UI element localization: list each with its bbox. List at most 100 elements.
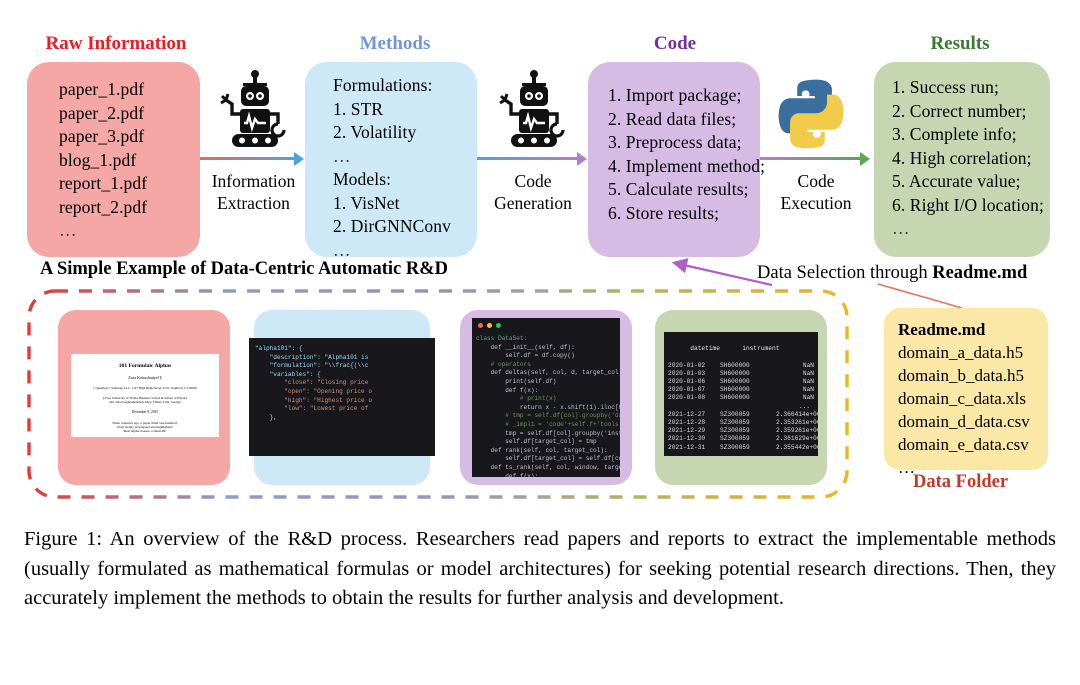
json-code-line: "alpha101": { — [255, 345, 303, 352]
raw-item: blog_1.pdf — [59, 149, 137, 170]
results-item: 4. High correlation; — [892, 147, 1032, 168]
editor-code-line: self.df[target_col] = self.df[col].grou — [505, 455, 620, 463]
editor-code-line: def f(x): — [476, 386, 539, 394]
results-item: 1. Success run; — [892, 77, 999, 97]
window-control-minimize-icon[interactable] — [487, 323, 492, 328]
json-code-line: "high": "Highest price o — [255, 396, 373, 404]
stage-title-code: Code — [653, 33, 697, 54]
editor-code-line: # print(x) — [476, 395, 557, 403]
editor-code-line: def deltas(self, col, d, target_col): — [476, 369, 620, 377]
results-ellipsis: … — [892, 218, 912, 238]
table-row-ellipsis: ... — [798, 402, 810, 410]
paper-doc-title: 101 Formulaic Alphas — [118, 363, 172, 369]
json-code-line: "variables": { — [255, 370, 321, 378]
results-item: 5. Accurate value; — [892, 171, 1021, 191]
figure-canvas: Raw Information Methods Code Results pap… — [0, 0, 1080, 685]
data-selection-label: Data Selection through Readme.md — [757, 263, 1027, 284]
results-item: 3. Complete info; — [892, 124, 1017, 144]
table-thumbnail: datetime instrument 2020-01-02 SH600000 NaN… — [664, 332, 818, 456]
editor-code-line: def rank(self, col, target_col): — [476, 446, 608, 454]
transition-label-line2: Execution — [780, 193, 852, 213]
transition-label-line1: Code — [797, 171, 835, 191]
editor-code-line: self.df[target_col] = tmp — [476, 438, 597, 446]
raw-item: paper_1.pdf — [59, 79, 145, 99]
panel-results: 1. Success run; 2. Correct number; 3. Co… — [874, 62, 1050, 257]
paper-thumbnail: 101 Formulaic Alphas Zura Kakushadze†§ †… — [71, 354, 219, 437]
json-code-line: "formulation": "\\frac{(\\c — [255, 362, 369, 370]
data-folder-file: domain_a_data.h5 — [898, 343, 1024, 362]
example-caption: A Simple Example of Data-Centric Automat… — [40, 259, 448, 279]
json-code-line: "low": "Lowest price of — [255, 405, 369, 413]
methods-item: Formulations: — [333, 75, 433, 95]
table-row: 2020-01-02 SH600000 NaN — [668, 361, 814, 369]
raw-item: paper_3.pdf — [59, 126, 145, 146]
code-item: 2. Read data files; — [608, 108, 737, 129]
methods-item: … — [333, 145, 353, 166]
results-item: 2. Correct number; — [892, 100, 1027, 121]
window-control-maximize-icon[interactable] — [496, 323, 501, 328]
editor-code-line: def ts_rank(self, col, window, target_co… — [490, 463, 620, 471]
paper-doc-line: 240, David Agmashenebeli Alley, Tbilisi,… — [109, 400, 181, 404]
editor-code-line: tmp = self.df[col].groupby('instrument',… — [505, 429, 620, 437]
data-folder-panel: Readme.md domain_a_data.h5 domain_b_data… — [884, 308, 1048, 477]
table-row: 2020-01-08 SH600000 NaN — [668, 394, 814, 402]
json-code-line: "open": "Opening price o — [255, 387, 373, 395]
transition-label-line2: Generation — [494, 193, 572, 213]
data-folder-label: Data Folder — [913, 472, 1009, 492]
code-item: 6. Store results; — [608, 202, 720, 223]
table-col-instrument: instrument — [742, 345, 780, 353]
transition-label-line1: Information — [211, 171, 296, 191]
json-code-line: "description": "Alpha101 is — [255, 353, 369, 361]
transition-label-line2: Extraction — [217, 193, 290, 213]
panel-methods: Formulations: 1. STR 2. Volatility … Mod… — [305, 62, 477, 260]
methods-item: 2. DirGNNConv — [333, 216, 451, 236]
window-control-close-icon[interactable] — [478, 323, 483, 328]
python-logo-icon — [773, 76, 849, 152]
table-row: 2021-12-31 SZ300059 2.355442e+06 — [668, 443, 818, 451]
json-thumbnail: "alpha101": { "description": "Alpha101 i… — [249, 338, 435, 456]
table-row: 2021-12-27 SZ300059 2.366414e+06 — [668, 410, 818, 418]
table-row: 2020-01-07 SH600000 NaN — [668, 386, 814, 394]
stage-title-raw-information: Raw Information — [45, 33, 187, 54]
paper-doc-line: Zura Kakushadze†§ — [128, 375, 162, 380]
methods-item: Models: — [333, 169, 392, 189]
code-item: 5. Calculate results; — [608, 179, 749, 199]
paper-doc-line: † Quantigic® Solutions LLC, 1127 High Ri… — [93, 386, 197, 390]
raw-item: report_1.pdf — [59, 173, 148, 193]
table-row: 2021-12-30 SZ300059 2.361629e+06 — [668, 435, 818, 443]
editor-code-line: # operators — [476, 360, 531, 368]
methods-item: 1. VisNet — [333, 192, 400, 213]
editor-code-line: def __init__(self, df): — [476, 343, 575, 351]
methods-item: 2. Volatility — [333, 122, 417, 142]
arrow-code-generation — [477, 152, 587, 166]
transition-label-code-generation: Code Generation — [478, 170, 588, 214]
editor-code-line: return x - x.shift(1).iloc[0] — [476, 403, 620, 411]
transition-label-information-extraction: Information Extraction — [196, 170, 311, 214]
paper-doc-line: 'Real Alpha classes, a small-96.' — [123, 429, 167, 433]
json-code-line: "close": "Closing price — [255, 379, 369, 387]
stage-title-methods: Methods — [359, 33, 431, 54]
data-selection-arrow-icon — [671, 258, 773, 287]
table-row: 2020-01-03 SH600000 NaN — [668, 369, 814, 377]
paper-doc-line: December 9, 2015 — [131, 410, 159, 414]
transition-label-line1: Code — [514, 171, 552, 191]
arrow-code-execution — [760, 152, 870, 166]
panel-code: 1. Import package; 2. Read data files; 3… — [588, 62, 765, 257]
data-folder-file: domain_c_data.xls — [898, 389, 1026, 408]
methods-item: 1. STR — [333, 98, 384, 119]
data-selection-readme: Readme.md — [932, 263, 1028, 283]
editor-code-line: class DataSet: — [476, 335, 528, 342]
figure-caption: Figure 1: An overview of the R&D process… — [24, 528, 1056, 609]
data-folder-file: domain_d_data.csv — [898, 412, 1030, 431]
panel-raw-information: paper_1.pdf paper_2.pdf paper_3.pdf blog… — [27, 62, 200, 257]
data-folder-file: domain_e_data.csv — [898, 435, 1029, 454]
editor-code-line: # _impl1 = 'code'+self.f+'tools' — [476, 420, 620, 428]
results-item: 6. Right I/O location; — [892, 194, 1044, 215]
editor-code-line: def f(x): — [476, 472, 539, 478]
data-folder-file: Readme.md — [898, 320, 986, 339]
table-col-datetime: datetime — [690, 345, 720, 353]
table-header-row: datetime instrument — [668, 337, 814, 362]
robot-icon — [218, 70, 290, 150]
editor-thumbnail: class DataSet: def __init__(self, df): s… — [472, 318, 620, 477]
json-code-line: }, — [255, 413, 277, 421]
